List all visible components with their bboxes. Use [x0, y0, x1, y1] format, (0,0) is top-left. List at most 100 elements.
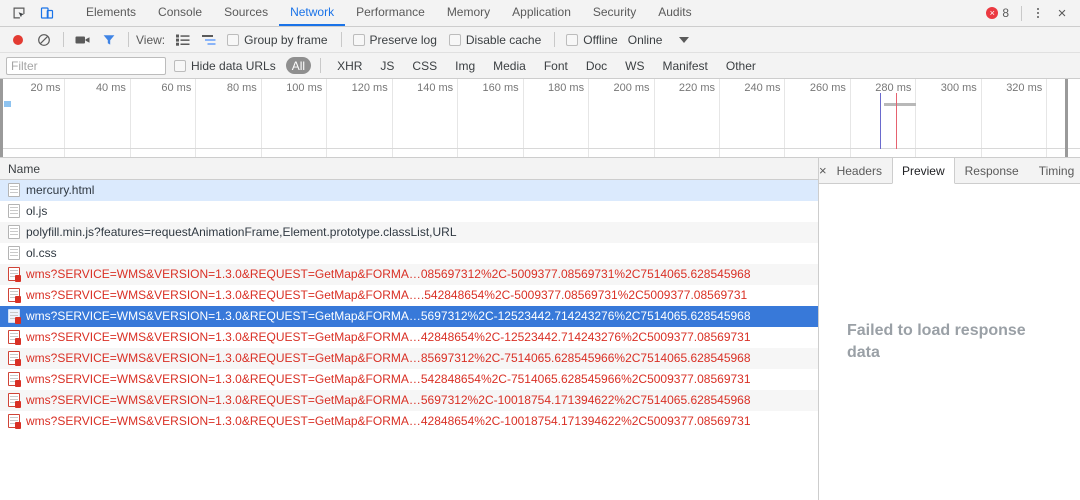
filter-type-manifest[interactable]: Manifest — [656, 57, 715, 74]
filter-type-img[interactable]: Img — [448, 57, 482, 74]
filter-type-js[interactable]: JS — [373, 57, 401, 74]
tab-performance[interactable]: Performance — [345, 0, 436, 26]
document-icon — [8, 225, 20, 239]
request-name: wms?SERVICE=WMS&VERSION=1.3.0&REQUEST=Ge… — [26, 393, 751, 407]
detail-close-icon[interactable]: × — [819, 158, 827, 183]
detail-tab-preview[interactable]: Preview — [891, 158, 955, 184]
failed-document-icon — [8, 393, 21, 408]
request-name: ol.js — [26, 204, 48, 218]
tab-audits-label: Audits — [658, 5, 692, 19]
tabbar-right-divider — [1021, 5, 1022, 21]
filter-type-css[interactable]: CSS — [405, 57, 444, 74]
table-row[interactable]: wms?SERVICE=WMS&VERSION=1.3.0&REQUEST=Ge… — [0, 369, 818, 390]
tab-sources[interactable]: Sources — [213, 0, 279, 26]
table-row[interactable]: polyfill.min.js?features=requestAnimatio… — [0, 222, 818, 243]
search-input[interactable] — [6, 56, 166, 75]
devtools-panel-tabs: Elements Console Sources Network Perform… — [75, 0, 703, 26]
filter-type-other[interactable]: Other — [719, 57, 763, 74]
disable-cache-checkbox[interactable]: Disable cache — [445, 33, 547, 47]
network-toolbar: View: Group by frame Preserve log Disabl… — [0, 27, 1080, 53]
checkbox-box — [227, 33, 240, 46]
detail-body: Failed to load response data — [819, 184, 1080, 500]
failed-document-icon — [8, 267, 21, 282]
table-row[interactable]: ol.js — [0, 201, 818, 222]
camera-icon[interactable] — [71, 29, 95, 51]
filter-type-xhr[interactable]: XHR — [330, 57, 369, 74]
group-by-frame-label: Group by frame — [244, 32, 328, 47]
network-main: Name mercury.html ol.js polyfill.min.js?fe… — [0, 158, 1080, 500]
inspect-cursor-icon[interactable] — [6, 1, 32, 25]
network-filterbar: Hide data URLs All XHR JS CSS Img Media … — [0, 53, 1080, 79]
table-row[interactable]: ol.css — [0, 243, 818, 264]
table-row[interactable]: wms?SERVICE=WMS&VERSION=1.3.0&REQUEST=Ge… — [0, 348, 818, 369]
failed-document-icon — [8, 330, 21, 345]
overview-request-bar — [884, 103, 916, 106]
request-name: mercury.html — [26, 183, 95, 197]
request-name: polyfill.min.js?features=requestAnimatio… — [26, 225, 457, 239]
waterfall-view-icon[interactable] — [197, 29, 221, 51]
request-list-pane: Name mercury.html ol.js polyfill.min.js?fe… — [0, 158, 819, 500]
group-by-frame-checkbox[interactable]: Group by frame — [223, 33, 333, 47]
tab-console[interactable]: Console — [147, 0, 213, 26]
detail-tab-headers[interactable]: Headers — [827, 158, 892, 183]
overview-tick-label: 320 ms — [1006, 82, 1043, 94]
table-row[interactable]: wms?SERVICE=WMS&VERSION=1.3.0&REQUEST=Ge… — [0, 285, 818, 306]
overview-selection-handle-left[interactable] — [0, 79, 3, 157]
tab-console-label: Console — [158, 5, 203, 19]
filterbar-divider — [320, 58, 322, 73]
checkbox-box — [566, 33, 579, 46]
hide-data-urls-label: Hide data URLs — [191, 58, 276, 73]
tab-elements[interactable]: Elements — [75, 0, 147, 26]
filter-type-all[interactable]: All — [285, 57, 312, 74]
request-name: wms?SERVICE=WMS&VERSION=1.3.0&REQUEST=Ge… — [26, 288, 748, 302]
list-view-icon[interactable] — [171, 29, 195, 51]
request-detail-pane: × Headers Preview Response Timing Failed… — [819, 158, 1080, 500]
request-name: ol.css — [26, 246, 57, 260]
error-badge[interactable]: × 8 — [980, 6, 1015, 20]
devtools-tabbar: Elements Console Sources Network Perform… — [0, 0, 1080, 27]
error-icon: × — [986, 7, 999, 19]
detail-tab-response[interactable]: Response — [955, 158, 1029, 183]
offline-checkbox[interactable]: Offline — [562, 33, 623, 47]
record-button-icon[interactable] — [6, 29, 30, 51]
tab-security[interactable]: Security — [582, 0, 647, 26]
device-toggle-icon[interactable] — [34, 1, 60, 25]
table-row[interactable]: wms?SERVICE=WMS&VERSION=1.3.0&REQUEST=Ge… — [0, 411, 818, 432]
preserve-log-checkbox[interactable]: Preserve log — [349, 33, 443, 47]
filter-type-font[interactable]: Font — [537, 57, 575, 74]
throttling-value: Online — [627, 32, 663, 47]
tab-network[interactable]: Network — [279, 0, 346, 26]
document-icon — [8, 204, 20, 218]
clear-icon[interactable] — [32, 29, 56, 51]
overview-selection-handle-right[interactable] — [1065, 79, 1068, 157]
table-row[interactable]: mercury.html — [0, 180, 818, 201]
table-row[interactable]: wms?SERVICE=WMS&VERSION=1.3.0&REQUEST=Ge… — [0, 264, 818, 285]
request-name: wms?SERVICE=WMS&VERSION=1.3.0&REQUEST=Ge… — [26, 309, 751, 323]
offline-label: Offline — [583, 32, 618, 47]
tab-application[interactable]: Application — [501, 0, 582, 26]
tab-network-label: Network — [290, 5, 335, 19]
filter-type-doc[interactable]: Doc — [579, 57, 614, 74]
table-row[interactable]: wms?SERVICE=WMS&VERSION=1.3.0&REQUEST=Ge… — [0, 390, 818, 411]
tab-performance-label: Performance — [356, 5, 425, 19]
request-rows: mercury.html ol.js polyfill.min.js?feature… — [0, 180, 818, 500]
table-row[interactable]: wms?SERVICE=WMS&VERSION=1.3.0&REQUEST=Ge… — [0, 306, 818, 327]
filter-type-ws[interactable]: WS — [618, 57, 651, 74]
tab-audits[interactable]: Audits — [647, 0, 702, 26]
funnel-icon[interactable] — [97, 29, 121, 51]
request-name: wms?SERVICE=WMS&VERSION=1.3.0&REQUEST=Ge… — [26, 372, 751, 386]
network-overview-timeline[interactable]: 20 ms 40 ms 60 ms 80 ms 100 ms 120 ms 140 ms 16… — [0, 79, 1080, 158]
failed-to-load-message: Failed to load response data — [847, 322, 1026, 361]
tab-memory[interactable]: Memory — [436, 0, 501, 26]
kebab-menu-icon[interactable] — [1028, 2, 1048, 24]
throttling-select[interactable]: Online — [626, 33, 690, 47]
close-icon[interactable]: × — [1050, 2, 1074, 24]
toolbar-divider-4 — [554, 32, 556, 47]
tab-memory-label: Memory — [446, 5, 491, 19]
overview-request-bar — [4, 101, 11, 107]
detail-tab-timing[interactable]: Timing — [1029, 158, 1080, 183]
request-list-header: Name — [0, 158, 818, 180]
table-row[interactable]: wms?SERVICE=WMS&VERSION=1.3.0&REQUEST=Ge… — [0, 327, 818, 348]
filter-type-media[interactable]: Media — [486, 57, 533, 74]
hide-data-urls-checkbox[interactable]: Hide data URLs — [170, 59, 282, 73]
